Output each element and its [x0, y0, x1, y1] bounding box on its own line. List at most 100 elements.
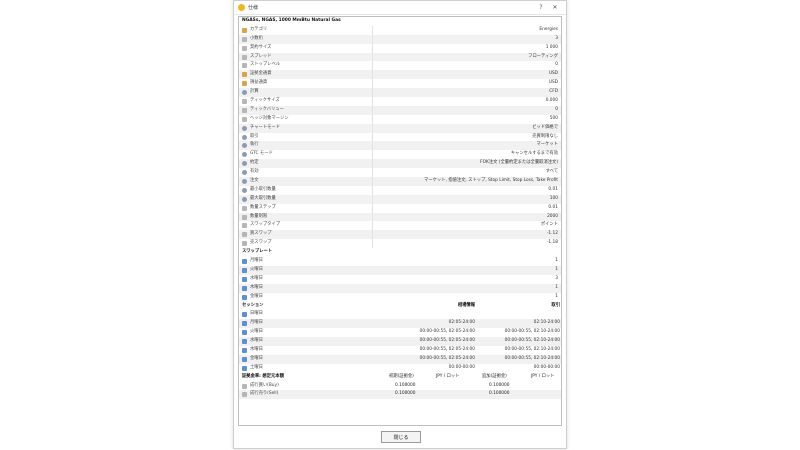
session-quotes: 00:00-00:55, 02:05-24:00	[419, 355, 475, 361]
gear-icon	[242, 143, 247, 149]
percent-icon	[242, 223, 247, 229]
swap-day: 水曜日	[250, 275, 263, 281]
spec-value: 100	[549, 195, 558, 201]
swap-rate-row[interactable]: 金曜日 1	[239, 293, 561, 302]
percent-icon	[242, 205, 247, 211]
session-day: 土曜日	[250, 364, 263, 370]
spec-row[interactable]: 数量ステップ 0.01	[239, 203, 561, 213]
column-divider	[372, 97, 373, 106]
column-divider	[372, 114, 373, 124]
session-trade: 00:00-00:55, 02:10-24:00	[504, 338, 560, 344]
swap-rate-row[interactable]: 水曜日 3	[239, 275, 561, 284]
margin-maint: 0.100000	[489, 382, 510, 388]
spec-value: CFD	[549, 89, 558, 95]
spec-row[interactable]: 契約サイズ 1 000	[239, 43, 561, 53]
swap-rate-row[interactable]: 木曜日 1	[239, 283, 561, 293]
spec-row[interactable]: 証拠金通貨 USD	[239, 70, 561, 80]
spec-table[interactable]: NGASs, NGAS, 1000 MmBtu Natural Gas カテゴリ…	[238, 16, 562, 426]
spec-row[interactable]: 数量制限 2000	[239, 212, 561, 222]
spec-row[interactable]: ティックバリュー 0	[239, 105, 561, 115]
spec-row[interactable]: スプレッド フローティング	[239, 52, 561, 62]
spec-row[interactable]: 執行 マーケット	[239, 141, 561, 151]
session-quotes: 00:00-00:55, 02:05-24:00	[419, 346, 475, 352]
session-quotes: 00:00-00:00	[448, 364, 475, 370]
margin-row[interactable]: 成行買い(Buy) 0.100000 0.100000	[239, 382, 561, 391]
spec-row[interactable]: 計算 CFD	[239, 88, 561, 98]
percent-icon	[242, 36, 247, 42]
spec-value: FOK注文 (全量約定または全量取消注文)	[480, 160, 558, 166]
session-row[interactable]: 水曜日 00:00-00:55, 02:05-24:00 00:00-00:55, …	[239, 337, 561, 346]
close-button[interactable]: 閉じる	[381, 431, 421, 443]
swap-rate-row[interactable]: 月曜日 1	[239, 257, 561, 266]
session-row[interactable]: 月曜日 02:05-24:00 02:10-24:00	[239, 319, 561, 329]
spec-row[interactable]: 買スワップ -1.12	[239, 230, 561, 240]
spec-row[interactable]: チャートモード ビッド価格で	[239, 123, 561, 133]
spec-value: Energies	[539, 26, 558, 32]
spec-label: ティックサイズ	[250, 98, 280, 104]
help-button[interactable]: ?	[534, 4, 548, 11]
gear-icon	[242, 187, 247, 193]
spec-label: GTC モード	[250, 151, 273, 157]
spec-row[interactable]: 約定 FOK注文 (全量約定または全量取消注文)	[239, 159, 561, 169]
percent-icon	[242, 63, 247, 69]
spec-row[interactable]: 小数桁 3	[239, 34, 561, 44]
spec-row[interactable]: 注文 マーケット, 指値注文, ストップ, Stop Limit, Stop Lo…	[239, 177, 561, 186]
spec-row[interactable]: 取引 売買制限なし	[239, 132, 561, 142]
swap-rate-row[interactable]: 火曜日 1	[239, 265, 561, 275]
margin-maint-header: 追加(証拠金)	[482, 373, 507, 379]
session-quotes: 02:05-24:00	[448, 320, 475, 326]
spec-value: 1 000	[545, 44, 558, 50]
swap-day: 火曜日	[250, 266, 263, 272]
column-divider	[372, 88, 373, 98]
spec-label: 数量ステップ	[250, 204, 276, 210]
margin-row[interactable]: 成行売り(Sell) 0.100000 0.100000	[239, 390, 561, 400]
spec-label: 計算	[250, 89, 259, 95]
spec-label: スワップタイプ	[250, 222, 281, 228]
calendar-icon	[242, 312, 247, 318]
percent-icon	[242, 54, 247, 60]
spec-row[interactable]: スワップタイプ ポイント	[239, 221, 561, 231]
spec-label: ストップレベル	[250, 62, 281, 68]
column-divider	[372, 150, 373, 160]
swap-value: 1	[555, 293, 558, 299]
margin-label: 成行買い(Buy)	[250, 382, 279, 388]
gear-icon	[242, 179, 247, 185]
session-row[interactable]: 土曜日 00:00-00:00 00:00-00:00	[239, 364, 561, 373]
spec-row[interactable]: 損益通貨 USD	[239, 79, 561, 89]
spec-value: 売買制限なし	[532, 133, 558, 139]
session-trade: 00:00-00:00	[533, 364, 560, 370]
spec-row[interactable]: 最小取引数量 0.01	[239, 185, 561, 195]
gear-icon	[242, 161, 247, 167]
column-divider	[372, 25, 373, 35]
session-row[interactable]: 木曜日 00:00-00:55, 02:05-24:00 00:00-00:55, …	[239, 346, 561, 355]
session-row[interactable]: 金曜日 00:00-00:55, 02:05-24:00 00:00-00:55, …	[239, 354, 561, 364]
session-day: 木曜日	[250, 346, 263, 352]
spec-row[interactable]: 最大取引数量 100	[239, 194, 561, 204]
sessions-trade-header: 取引	[551, 302, 560, 308]
spec-row[interactable]: ヘッジ対象マージン 500	[239, 114, 561, 124]
close-icon[interactable]: ✕	[548, 4, 562, 11]
session-row[interactable]: 日曜日	[239, 310, 561, 319]
swap-value: 1	[555, 266, 558, 272]
spec-row[interactable]: 有効 すべて	[239, 168, 561, 178]
spec-label: 買スワップ	[250, 231, 272, 237]
spec-row[interactable]: ティックサイズ 0.000	[239, 97, 561, 106]
spec-row[interactable]: 売スワップ -1.18	[239, 239, 561, 249]
sessions-heading: セッション	[242, 302, 264, 308]
spec-label: スプレッド	[250, 53, 272, 59]
spec-label: 売スワップ	[250, 240, 272, 246]
calendar-icon	[242, 285, 247, 291]
margin-label: 成行売り(Sell)	[250, 391, 279, 397]
app-logo-icon	[238, 4, 245, 11]
spec-row[interactable]: GTC モード キャンセルするまで有効	[239, 150, 561, 160]
session-day: 月曜日	[250, 320, 263, 326]
spec-label: 契約サイズ	[250, 44, 272, 50]
session-row[interactable]: 火曜日 00:00-00:55, 02:05-24:00 00:00-00:55, …	[239, 328, 561, 337]
spec-row[interactable]: カテゴリ Energies	[239, 25, 561, 35]
swap-day: 金曜日	[250, 293, 263, 299]
spec-label: 最大取引数量	[250, 195, 276, 201]
column-divider	[372, 70, 373, 80]
margin-unit1-header: JPY / ロット	[436, 373, 460, 379]
spec-row[interactable]: ストップレベル 0	[239, 61, 561, 71]
column-divider	[372, 194, 373, 204]
